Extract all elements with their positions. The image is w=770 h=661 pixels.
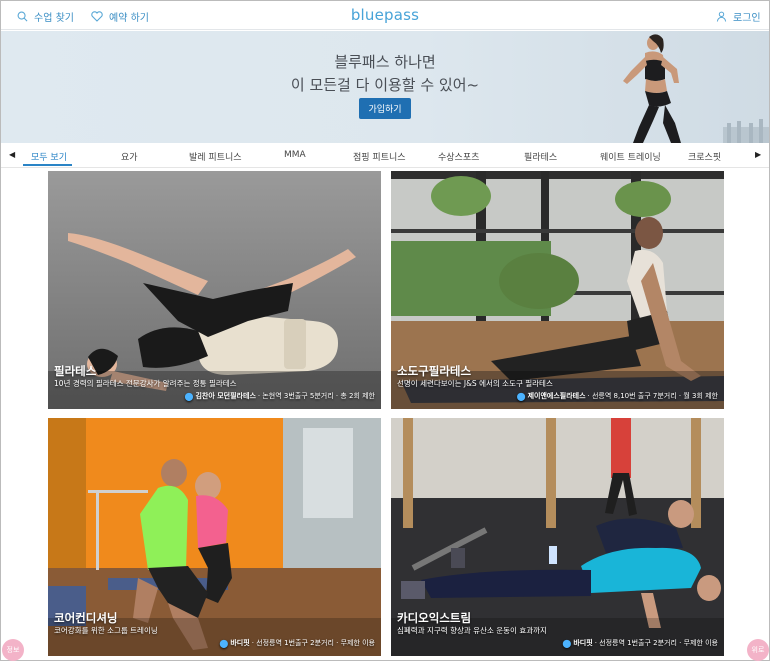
card-location: ⬤ 바디핏 · 선정릉역 1번출구 2분거리 · 무제한 이용 bbox=[562, 638, 718, 648]
building-silhouette bbox=[723, 119, 769, 143]
class-card[interactable]: 소도구필라테스 선명이 세련다보이는 J&S 에서의 소도구 필라테스 ⬤ 제이… bbox=[391, 171, 724, 409]
card-place: 김찬아 모던필라테스 bbox=[195, 392, 256, 400]
card-place: 바디핏 bbox=[573, 639, 593, 647]
category-crossfit[interactable]: 크로스핏 bbox=[688, 150, 721, 163]
scroll-top-button[interactable]: 위로 bbox=[747, 639, 769, 661]
favorites-label: 예약 하기 bbox=[109, 13, 149, 24]
find-class-label: 수업 찾기 bbox=[34, 13, 74, 24]
card-description: 심폐력과 지구력 향상과 유산소 운동이 효과까지 bbox=[397, 626, 547, 635]
card-description: 선명이 세련다보이는 J&S 에서의 소도구 필라테스 bbox=[397, 379, 553, 388]
category-water-sports[interactable]: 수상스포츠 bbox=[438, 150, 479, 163]
class-card[interactable]: 코어컨디셔닝 코어강화를 위한 소그룹 트레이닝 ⬤ 바디핏 · 선정릉역 1번… bbox=[48, 418, 381, 656]
card-title: 코어컨디셔닝 bbox=[54, 611, 118, 625]
top-header: 수업 찾기 예약 하기 bluepass 로그인 bbox=[1, 1, 769, 30]
category-jumping-fitness[interactable]: 점핑 피트니스 bbox=[353, 150, 406, 163]
category-all[interactable]: 모두 보기 bbox=[31, 150, 67, 163]
category-ballet-fitness[interactable]: 발레 피트니스 bbox=[189, 150, 242, 163]
find-class-link[interactable]: 수업 찾기 bbox=[17, 9, 74, 24]
card-description: 코어강화를 위한 소그룹 트레이닝 bbox=[54, 626, 158, 635]
card-distance: · 선정릉역 1번출구 2분거리 · 무제한 이용 bbox=[251, 639, 375, 647]
favorites-link[interactable]: 예약 하기 bbox=[91, 9, 149, 24]
arrow-right-icon[interactable]: ▶ bbox=[755, 150, 761, 159]
category-yoga[interactable]: 요가 bbox=[121, 150, 138, 163]
card-place: 바디핏 bbox=[230, 639, 250, 647]
location-pin-icon: ⬤ bbox=[562, 638, 572, 648]
card-title: 필라테스 bbox=[54, 364, 97, 378]
search-icon bbox=[17, 11, 28, 22]
location-pin-icon: ⬤ bbox=[516, 391, 526, 401]
pilates-photo bbox=[48, 171, 381, 409]
runner-illustration bbox=[623, 34, 681, 143]
card-distance: · 선릉역 8,10번 출구 7분거리 · 월 3회 제한 bbox=[587, 392, 718, 400]
card-place: 제이앤에스필라테스 bbox=[527, 392, 586, 400]
category-nav: ◀ 모두 보기 요가 발레 피트니스 MMA 점핑 피트니스 수상스포츠 필라테… bbox=[1, 144, 769, 168]
join-button[interactable]: 가입하기 bbox=[359, 98, 411, 119]
class-card[interactable]: 필라테스 10년 경력의 필라테스 전문강사가 알려주는 정통 필라테스 ⬤ 김… bbox=[48, 171, 381, 409]
category-pilates[interactable]: 필라테스 bbox=[524, 150, 557, 163]
card-description: 10년 경력의 필라테스 전문강사가 알려주는 정통 필라테스 bbox=[54, 379, 237, 388]
card-title: 카디오익스트림 bbox=[397, 611, 472, 625]
class-card[interactable]: 카디오익스트림 심폐력과 지구력 향상과 유산소 운동이 효과까지 ⬤ 바디핏 … bbox=[391, 418, 724, 656]
card-location: ⬤ 제이앤에스필라테스 · 선릉역 8,10번 출구 7분거리 · 월 3회 제… bbox=[517, 391, 718, 401]
card-distance: · 선정릉역 1번출구 2분거리 · 무제한 이용 bbox=[594, 639, 718, 647]
card-location: ⬤ 바디핏 · 선정릉역 1번출구 2분거리 · 무제한 이용 bbox=[219, 638, 375, 648]
active-tab-indicator bbox=[23, 164, 72, 166]
heart-icon bbox=[91, 11, 103, 22]
info-float-button[interactable]: 정보 bbox=[2, 639, 24, 661]
arrow-left-icon[interactable]: ◀ bbox=[9, 150, 15, 159]
login-label: 로그인 bbox=[733, 13, 761, 24]
location-pin-icon: ⬤ bbox=[219, 638, 229, 648]
category-weight-training[interactable]: 웨이트 트레이닝 bbox=[600, 150, 661, 163]
user-icon bbox=[716, 11, 727, 22]
location-pin-icon: ⬤ bbox=[184, 391, 194, 401]
card-title: 소도구필라테스 bbox=[397, 364, 472, 378]
card-location: ⬤ 김찬아 모던필라테스 · 논현역 3번출구 5분거리 · 총 2회 제한 bbox=[185, 391, 375, 401]
card-distance: · 논현역 3번출구 5분거리 · 총 2회 제한 bbox=[257, 392, 375, 400]
promo-banner: 블루패스 하나면 이 모든걸 다 이용할 수 있어~ 가입하기 bbox=[1, 31, 769, 143]
category-mma[interactable]: MMA bbox=[284, 150, 306, 160]
login-link[interactable]: 로그인 bbox=[716, 9, 761, 24]
